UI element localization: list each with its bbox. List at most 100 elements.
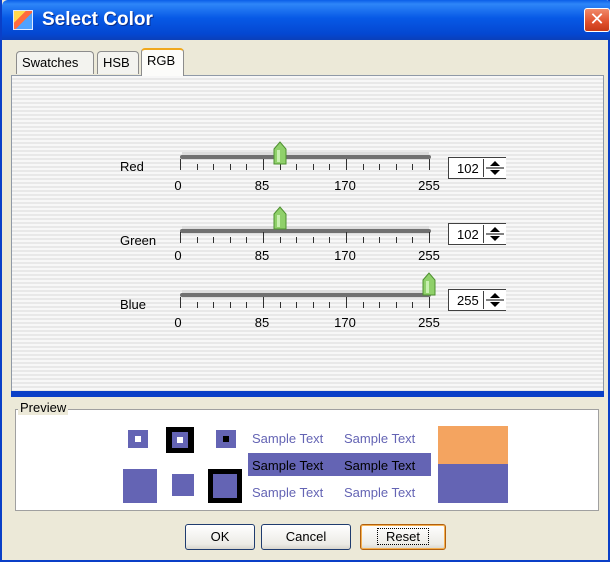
reset-button[interactable]: Reset — [360, 524, 446, 550]
green-tick-170: 170 — [334, 248, 356, 263]
sample-text: Sample Text — [344, 431, 416, 446]
close-icon: ✕ — [589, 9, 605, 30]
slider-tick-mark — [263, 297, 264, 308]
blue-slider-groove — [180, 293, 431, 297]
red-spinner[interactable]: 102 — [448, 157, 506, 179]
slider-tick-mark — [429, 159, 430, 170]
slider-tick-mark — [379, 164, 381, 170]
slider-tick-mark — [263, 159, 264, 170]
slider-tick-mark — [229, 302, 231, 308]
slider-tick-mark — [429, 297, 430, 308]
slider-tick-mark — [180, 297, 181, 308]
slider-tick-mark — [312, 237, 314, 243]
green-tick-255: 255 — [418, 248, 440, 263]
preview-swatch-dot — [177, 437, 183, 443]
close-button[interactable]: ✕ — [584, 8, 610, 32]
green-tick-85: 85 — [254, 248, 270, 263]
slider-tick-mark — [395, 302, 397, 308]
dialog-title: Select Color — [42, 9, 153, 30]
slider-tick-mark — [329, 237, 331, 243]
red-tick-85: 85 — [254, 178, 270, 193]
red-tick-255: 255 — [418, 178, 440, 193]
slider-tick-mark — [346, 232, 347, 243]
slider-tick-mark — [180, 232, 181, 243]
slider-tick-mark — [296, 164, 298, 170]
slider-tick-mark — [362, 164, 364, 170]
green-slider-thumb[interactable] — [273, 206, 287, 230]
blue-value[interactable]: 255 — [457, 293, 479, 308]
spinner-arrows-icon[interactable] — [483, 291, 506, 309]
preview-swatch-dot — [223, 436, 229, 442]
slider-tick-mark — [312, 164, 314, 170]
color-swatch — [438, 464, 508, 503]
slider-tick-mark — [412, 164, 414, 170]
sample-text: Sample Text — [344, 458, 416, 473]
red-value[interactable]: 102 — [457, 161, 479, 176]
tab-hsb-label: HSB — [103, 55, 130, 70]
red-slider-groove — [180, 155, 431, 159]
slider-tick-mark — [395, 164, 397, 170]
preview-label: Preview — [18, 400, 69, 415]
green-tick-0: 0 — [174, 248, 182, 263]
slider-tick-mark — [362, 237, 364, 243]
slider-tick-mark — [246, 164, 248, 170]
blue-spinner[interactable]: 255 — [448, 289, 506, 311]
slider-tick-mark — [395, 237, 397, 243]
slider-tick-mark — [229, 237, 231, 243]
slider-tick-mark — [213, 302, 215, 308]
slider-tick-mark — [263, 232, 264, 243]
slider-tick-mark — [213, 237, 215, 243]
blue-tick-0: 0 — [174, 315, 182, 330]
tab-swatches-label: Swatches — [22, 55, 79, 70]
slider-tick-mark — [346, 297, 347, 308]
sample-text: Sample Text — [344, 485, 416, 500]
slider-tick-mark — [279, 237, 281, 243]
slider-tick-mark — [346, 159, 347, 170]
cancel-label: Cancel — [285, 529, 327, 544]
green-slider-groove — [180, 229, 431, 233]
ok-label: OK — [210, 529, 230, 544]
slider-tick-mark — [429, 232, 430, 243]
red-label: Red — [120, 159, 144, 174]
slider-tick-mark — [296, 237, 298, 243]
green-value[interactable]: 102 — [457, 227, 479, 242]
slider-tick-mark — [213, 164, 215, 170]
tab-swatches[interactable]: Swatches — [16, 51, 94, 74]
red-slider-thumb[interactable] — [273, 141, 287, 165]
spinner-arrows-icon[interactable] — [483, 159, 506, 177]
slider-tick-mark — [412, 302, 414, 308]
slider-tick-mark — [329, 164, 331, 170]
spinner-arrows-icon[interactable] — [483, 225, 506, 243]
red-tick-0: 0 — [174, 178, 182, 193]
preview-swatch-dot — [135, 436, 141, 442]
slider-tick-mark — [362, 302, 364, 308]
red-tick-170: 170 — [334, 178, 356, 193]
slider-tick-mark — [180, 159, 181, 170]
slider-tick-mark — [229, 164, 231, 170]
tab-rgb[interactable]: RGB — [141, 48, 184, 76]
ok-button[interactable]: OK — [185, 524, 255, 550]
slider-tick-mark — [296, 302, 298, 308]
blue-tick-170: 170 — [334, 315, 356, 330]
title-bar[interactable]: Select Color ✕ — [2, 0, 610, 40]
slider-tick-mark — [246, 302, 248, 308]
slider-tick-mark — [196, 164, 198, 170]
blue-slider-thumb[interactable] — [422, 272, 436, 296]
sample-text: Sample Text — [252, 431, 324, 446]
sample-text: Sample Text — [252, 458, 324, 473]
slider-tick-mark — [312, 302, 314, 308]
preview-swatch-bold — [208, 469, 242, 503]
slider-tick-mark — [379, 302, 381, 308]
blue-label: Blue — [120, 297, 147, 312]
slider-tick-mark — [279, 302, 281, 308]
cancel-button[interactable]: Cancel — [261, 524, 351, 550]
tab-hsb[interactable]: HSB — [97, 51, 139, 74]
blue-tick-85: 85 — [254, 315, 270, 330]
preview-swatch — [123, 469, 157, 503]
color-app-icon — [13, 10, 33, 30]
green-spinner[interactable]: 102 — [448, 223, 506, 245]
blue-tick-255: 255 — [418, 315, 440, 330]
slider-tick-mark — [412, 237, 414, 243]
complement-swatch — [438, 426, 508, 464]
slider-tick-mark — [196, 237, 198, 243]
